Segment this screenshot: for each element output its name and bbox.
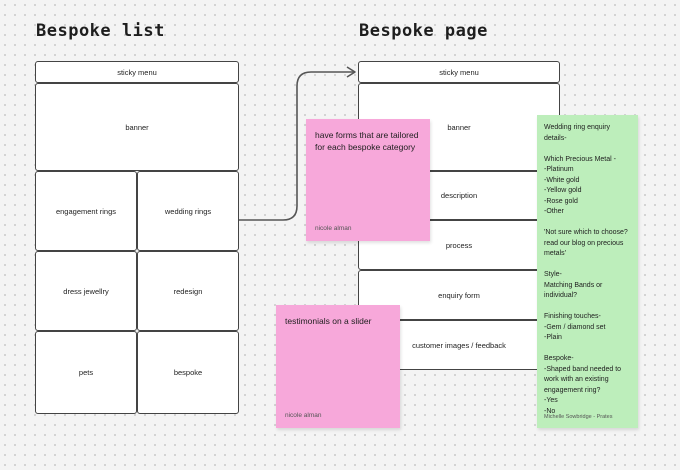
note-author: nicole alman: [285, 412, 322, 419]
note-text: have forms that are tailored for each be…: [315, 130, 419, 153]
page-sticky-menu: sticky menu: [358, 61, 560, 83]
note-author: Michelle Sowbridge - Prates: [544, 414, 613, 420]
note-author: nicole alman: [315, 225, 352, 232]
sticky-note-forms: have forms that are tailored for each be…: [306, 119, 430, 241]
sticky-note-enquiry-details: Wedding ring enquiry details- Which Prec…: [537, 115, 638, 428]
note-text: testimonials on a slider: [285, 316, 372, 326]
note-text: Wedding ring enquiry details- Which Prec…: [544, 124, 628, 415]
sticky-note-testimonials: testimonials on a slider nicole alman: [276, 305, 400, 428]
